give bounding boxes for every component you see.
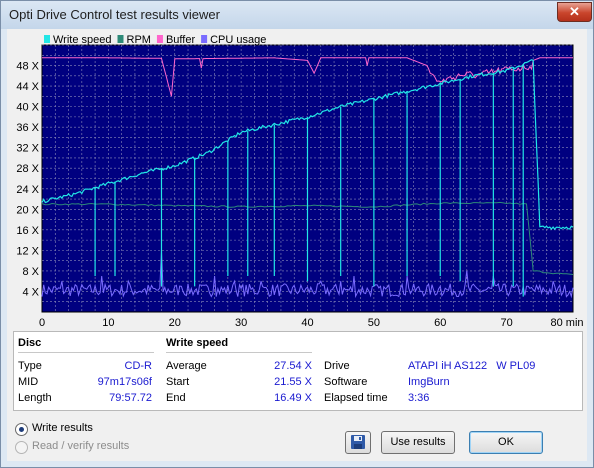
average-value: 27.54 X bbox=[274, 360, 312, 372]
disc-mid-value: 97m17s06f bbox=[97, 376, 152, 388]
drive-value: ATAPI iH AS122 W PL09 bbox=[408, 360, 536, 372]
use-results-button[interactable]: Use results bbox=[381, 431, 455, 454]
x-tick-label: 70 bbox=[501, 317, 513, 329]
x-tick-label: 80 min bbox=[550, 317, 583, 329]
y-tick-label: 36 X bbox=[16, 122, 39, 134]
legend-entry: RPM bbox=[127, 34, 151, 46]
chart-svg: 4 X 8 X 12 X 16 X 20 X 24 X 28 X 32 X 36 X 40 X 44… bbox=[16, 34, 583, 329]
disc-divider bbox=[18, 352, 154, 353]
write-speed-divider bbox=[166, 352, 312, 353]
write-results-label[interactable]: Write results bbox=[32, 422, 93, 434]
write-results-radio[interactable] bbox=[15, 423, 28, 436]
read-verify-label[interactable]: Read / verify results bbox=[32, 440, 129, 452]
y-tick-label: 44 X bbox=[16, 81, 39, 93]
disc-type-value: CD-R bbox=[124, 360, 153, 372]
disc-header: Disc bbox=[18, 337, 42, 349]
read-verify-radio[interactable] bbox=[15, 441, 28, 454]
title-bar: Opti Drive Control test results viewer ✕ bbox=[1, 1, 593, 29]
x-tick-label: 30 bbox=[235, 317, 247, 329]
legend-entry: CPU usage bbox=[210, 34, 266, 46]
y-tick-label: 12 X bbox=[16, 245, 39, 257]
ok-button[interactable]: OK bbox=[469, 431, 543, 454]
legend-swatch bbox=[44, 35, 50, 43]
floppy-disk-icon bbox=[351, 435, 365, 449]
elapsed-time-value: 3:36 bbox=[408, 392, 430, 404]
y-tick-label: 4 X bbox=[22, 286, 39, 298]
elapsed-time-label: Elapsed time bbox=[324, 392, 388, 404]
y-tick-label: 48 X bbox=[16, 61, 39, 73]
viewer-window: Opti Drive Control test results viewer ✕… bbox=[0, 0, 594, 468]
disc-length-label: Length bbox=[18, 392, 52, 404]
x-tick-label: 50 bbox=[368, 317, 380, 329]
end-label: End bbox=[166, 392, 186, 404]
end-value: 16.49 X bbox=[274, 392, 312, 404]
legend-swatch bbox=[201, 35, 208, 43]
x-tick-label: 10 bbox=[102, 317, 114, 329]
software-label: Software bbox=[324, 376, 368, 388]
legend-entry: Buffer bbox=[166, 34, 195, 46]
legend-swatch bbox=[156, 35, 163, 43]
legend-entry: Write speed bbox=[53, 34, 112, 46]
y-tick-label: 8 X bbox=[22, 266, 39, 278]
bottom-bar: Write results Read / verify results Use … bbox=[7, 415, 587, 461]
y-tick-label: 40 X bbox=[16, 102, 39, 114]
window-title: Opti Drive Control test results viewer bbox=[9, 7, 220, 22]
close-icon: ✕ bbox=[569, 4, 580, 19]
write-speed-header: Write speed bbox=[166, 337, 229, 349]
x-tick-label: 60 bbox=[434, 317, 446, 329]
start-value: 21.55 X bbox=[274, 376, 312, 388]
y-tick-label: 20 X bbox=[16, 204, 39, 216]
disc-length-value: 79:57.72 bbox=[109, 392, 152, 404]
average-label: Average bbox=[166, 360, 207, 372]
close-button[interactable]: ✕ bbox=[557, 2, 592, 22]
x-tick-label: 0 bbox=[39, 317, 45, 329]
disc-type-label: Type bbox=[18, 360, 42, 372]
legend-swatch bbox=[117, 35, 124, 43]
drive-label: Drive bbox=[324, 360, 350, 372]
x-tick-label: 20 bbox=[169, 317, 181, 329]
speed-chart: 4 X 8 X 12 X 16 X 20 X 24 X 28 X 32 X 36 X 40 X 44… bbox=[7, 29, 587, 333]
y-tick-label: 16 X bbox=[16, 225, 39, 237]
start-label: Start bbox=[166, 376, 190, 388]
x-tick-label: 40 bbox=[301, 317, 313, 329]
client-area: 4 X 8 X 12 X 16 X 20 X 24 X 28 X 32 X 36 X 40 X 44… bbox=[7, 29, 587, 461]
y-tick-label: 28 X bbox=[16, 163, 39, 175]
software-value: ImgBurn bbox=[408, 376, 450, 388]
results-panel: Disc Type CD-R MID 97m17s06f Length 79:5… bbox=[13, 331, 583, 411]
disc-mid-label: MID bbox=[18, 376, 39, 388]
y-tick-label: 24 X bbox=[16, 184, 39, 196]
save-button[interactable] bbox=[345, 431, 371, 454]
y-tick-label: 32 X bbox=[16, 143, 39, 155]
